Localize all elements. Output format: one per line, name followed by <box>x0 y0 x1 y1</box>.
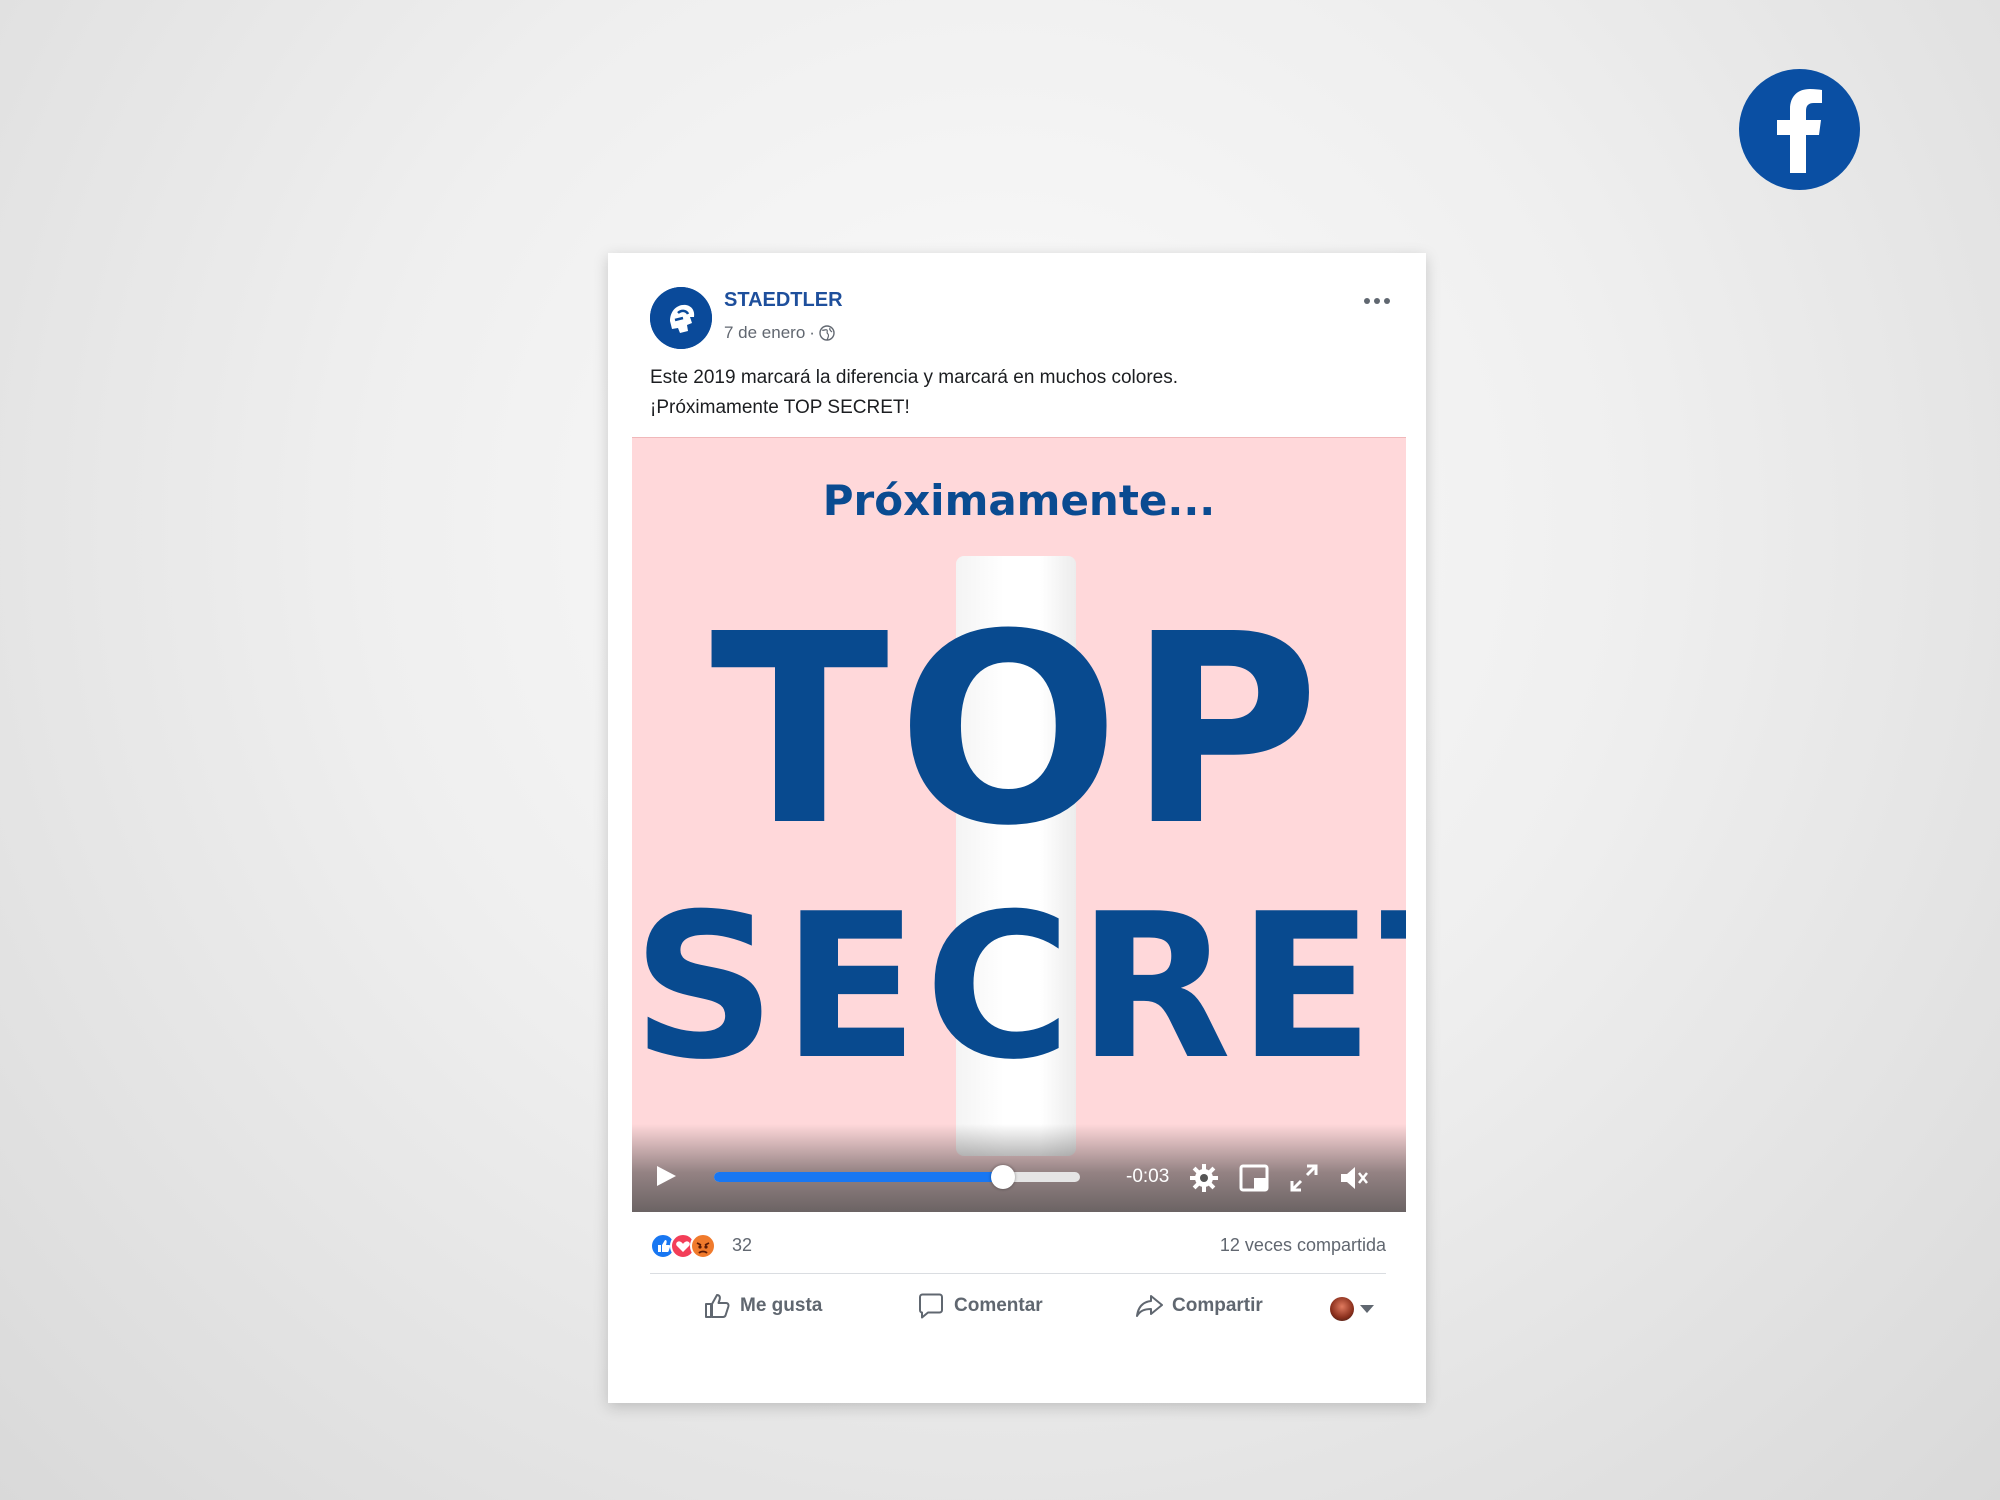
video-controls: -0:03 <box>632 1124 1406 1212</box>
comment-label: Comentar <box>954 1295 1043 1316</box>
progress-fill <box>714 1172 1004 1182</box>
comment-icon <box>919 1293 943 1319</box>
user-avatar <box>1330 1297 1354 1321</box>
chevron-down-icon <box>1360 1305 1374 1313</box>
post-date[interactable]: 7 de enero <box>724 323 805 343</box>
share-count[interactable]: 12 veces compartida <box>1220 1235 1386 1256</box>
angry-reaction-icon <box>690 1233 716 1259</box>
share-arrow-icon <box>1136 1295 1163 1317</box>
post-text: Este 2019 marcará la diferencia y marcar… <box>650 363 1390 423</box>
share-label: Compartir <box>1172 1295 1263 1316</box>
more-options-icon[interactable] <box>1362 293 1392 309</box>
facebook-logo-icon <box>1739 69 1860 190</box>
thumbs-up-icon <box>705 1294 730 1318</box>
reaction-count[interactable]: 32 <box>732 1235 752 1256</box>
comment-button[interactable]: Comentar <box>916 1291 1043 1321</box>
staedtler-logo-icon <box>650 287 712 349</box>
facebook-post-card: STAEDTLER 7 de enero · Este 2019 marcará… <box>608 253 1426 1403</box>
progress-thumb[interactable] <box>991 1165 1016 1189</box>
play-icon[interactable] <box>654 1164 678 1188</box>
video-player[interactable]: Próximamente... TOP SECRET -0:03 <box>632 437 1406 1212</box>
page-avatar[interactable] <box>650 287 712 349</box>
post-text-line-1: Este 2019 marcará la diferencia y marcar… <box>650 367 1179 388</box>
video-headline-top: TOP <box>710 578 1328 883</box>
video-subtitle: Próximamente... <box>822 476 1216 525</box>
time-remaining: -0:03 <box>1126 1166 1170 1187</box>
like-label: Me gusta <box>740 1295 823 1316</box>
globe-icon[interactable] <box>819 325 835 341</box>
post-meta: 7 de enero · <box>724 323 835 343</box>
like-button[interactable]: Me gusta <box>702 1291 822 1321</box>
video-headline-secret: SECRET <box>632 871 1406 1104</box>
share-button[interactable]: Compartir <box>1134 1291 1263 1321</box>
action-bar: Me gusta Comentar Compartir <box>650 1285 1386 1335</box>
mute-icon[interactable] <box>1338 1162 1370 1194</box>
meta-separator: · <box>809 323 815 342</box>
picture-in-picture-icon[interactable] <box>1238 1162 1270 1194</box>
audience-selector[interactable] <box>1330 1297 1374 1321</box>
fullscreen-icon[interactable] <box>1288 1162 1320 1194</box>
divider <box>650 1273 1386 1274</box>
post-text-line-2: ¡Próximamente TOP SECRET! <box>650 397 910 418</box>
settings-icon[interactable] <box>1188 1162 1220 1194</box>
page-name[interactable]: STAEDTLER <box>724 289 843 312</box>
reaction-icons[interactable] <box>650 1233 730 1259</box>
progress-bar[interactable] <box>714 1165 1080 1189</box>
reactions-row: 32 12 veces compartida <box>650 1233 1386 1263</box>
